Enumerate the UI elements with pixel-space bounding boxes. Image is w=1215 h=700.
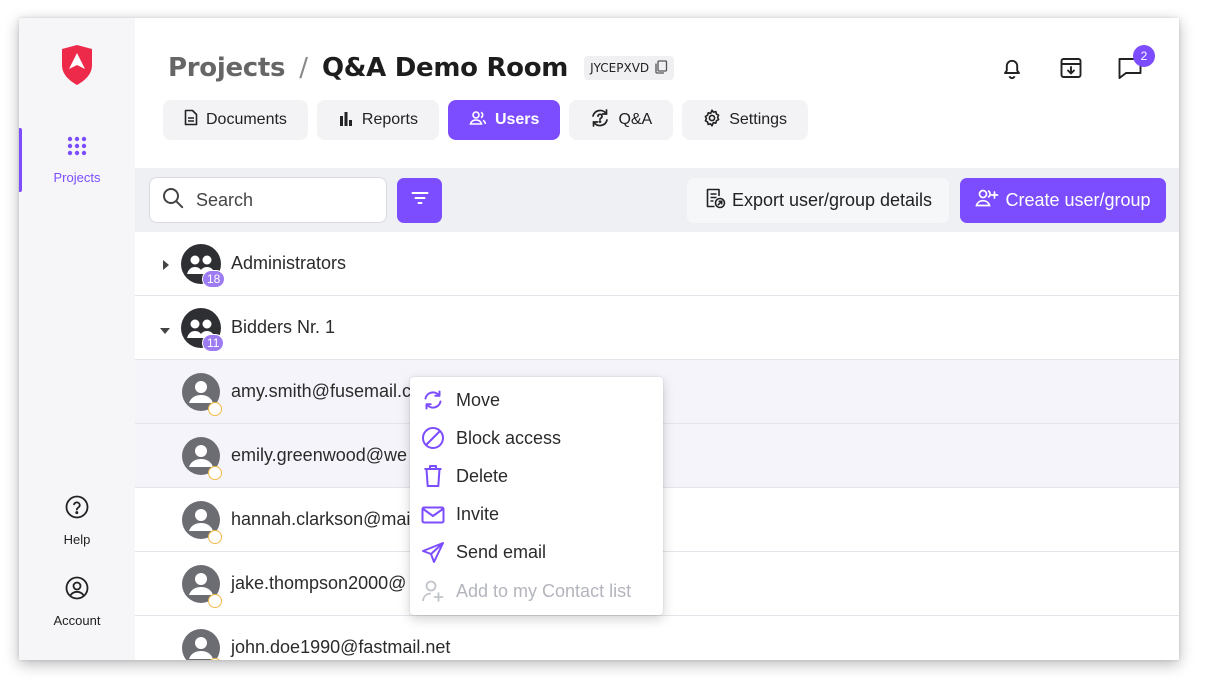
user-email: john.doe1990@fastmail.net xyxy=(231,637,451,657)
breadcrumb-projects-link[interactable]: Projects xyxy=(168,53,286,83)
document-icon xyxy=(184,109,198,131)
add-contact-icon xyxy=(420,579,445,604)
sidebar: Projects Help Account xyxy=(19,18,135,660)
envelope-icon xyxy=(420,502,445,527)
users-icon xyxy=(469,110,487,131)
group-row-administrators[interactable]: 18 Administrators xyxy=(135,232,1179,296)
tab-label: Q&A xyxy=(618,111,653,128)
sidebar-item-label: Help xyxy=(63,532,91,547)
menu-item-block-access[interactable]: Block access xyxy=(410,419,663,457)
users-toolbar: Export user/group details Create user/gr… xyxy=(135,168,1179,232)
sidebar-item-help[interactable]: Help xyxy=(19,495,135,547)
trash-icon xyxy=(420,464,445,489)
menu-item-label: Add to my Contact list xyxy=(456,580,632,601)
grid-dots-icon xyxy=(67,136,87,161)
tab-label: Reports xyxy=(361,111,418,128)
gear-icon xyxy=(703,108,721,132)
tab-bar: Documents Reports Users Q&A Settings xyxy=(163,100,809,140)
account-circle-icon xyxy=(65,576,89,605)
block-icon xyxy=(420,426,445,451)
active-indicator xyxy=(19,128,22,192)
pending-status-dot xyxy=(208,530,222,544)
export-button-label: Export user/group details xyxy=(731,190,933,210)
search-box[interactable] xyxy=(149,177,387,223)
bar-chart-icon xyxy=(338,110,354,131)
sidebar-item-projects[interactable]: Projects xyxy=(19,128,135,192)
user-email: emily.greenwood@we xyxy=(231,445,408,465)
help-circle-icon xyxy=(65,495,89,524)
bell-icon[interactable] xyxy=(997,53,1027,83)
user-context-menu: Move Block access Delete Invite Send ema… xyxy=(410,377,663,615)
caret-down-icon[interactable] xyxy=(159,323,170,335)
pending-status-dot xyxy=(208,466,222,480)
menu-item-label: Delete xyxy=(456,465,509,486)
chat-notification-badge: 2 xyxy=(1133,45,1155,67)
app-logo[interactable] xyxy=(58,45,96,85)
search-icon xyxy=(162,187,184,214)
create-user-group-button[interactable]: Create user/group xyxy=(960,178,1166,223)
page-title: Q&A Demo Room xyxy=(321,53,569,83)
user-row[interactable]: john.doe1990@fastmail.net xyxy=(135,616,1179,660)
menu-item-send-email[interactable]: Send email xyxy=(410,534,663,572)
tab-reports[interactable]: Reports xyxy=(316,100,439,140)
menu-item-label: Block access xyxy=(456,427,562,448)
export-document-icon xyxy=(704,187,726,214)
room-code-text: JYCEPXVD xyxy=(590,61,650,75)
sidebar-item-label: Account xyxy=(53,613,101,628)
menu-item-label: Move xyxy=(456,389,501,410)
export-button[interactable]: Export user/group details xyxy=(687,178,949,223)
menu-item-delete[interactable]: Delete xyxy=(410,457,663,495)
tab-label: Users xyxy=(494,111,540,128)
member-count-badge: 18 xyxy=(202,270,226,288)
tab-settings[interactable]: Settings xyxy=(682,100,809,140)
send-icon xyxy=(420,540,445,565)
group-name: Administrators xyxy=(231,253,347,273)
group-row-bidders[interactable]: 11 Bidders Nr. 1 xyxy=(135,296,1179,360)
sidebar-item-account[interactable]: Account xyxy=(19,576,135,628)
caret-right-icon[interactable] xyxy=(161,258,171,270)
user-email: jake.thompson2000@ xyxy=(231,573,407,593)
group-name: Bidders Nr. 1 xyxy=(231,317,336,337)
sidebar-item-label: Projects xyxy=(53,169,101,185)
create-button-label: Create user/group xyxy=(1005,190,1151,210)
menu-item-label: Invite xyxy=(456,504,500,525)
menu-item-move[interactable]: Move xyxy=(410,381,663,419)
menu-item-add-to-contacts: Add to my Contact list xyxy=(410,572,663,610)
qa-cycle-icon xyxy=(590,108,610,133)
copy-icon[interactable] xyxy=(654,59,668,77)
tab-qa[interactable]: Q&A xyxy=(569,100,674,140)
member-count-badge: 11 xyxy=(202,334,225,352)
download-tray-icon[interactable] xyxy=(1056,53,1086,83)
tab-label: Documents xyxy=(206,111,287,128)
add-users-icon xyxy=(975,188,999,213)
tab-documents[interactable]: Documents xyxy=(163,100,308,140)
pending-status-dot xyxy=(208,402,222,416)
app-window: Projects Help Account Projects / Q&A Dem… xyxy=(19,18,1179,660)
pending-status-dot xyxy=(208,594,222,608)
breadcrumb: Projects / Q&A Demo Room JYCEPXVD xyxy=(168,50,675,86)
breadcrumb-separator: / xyxy=(299,53,308,83)
menu-item-label: Send email xyxy=(456,542,547,563)
user-email: amy.smith@fusemail.c xyxy=(231,381,411,401)
filter-button[interactable] xyxy=(397,178,442,223)
tab-label: Settings xyxy=(729,111,788,128)
filter-icon xyxy=(411,191,429,210)
tab-users[interactable]: Users xyxy=(447,100,561,140)
user-email: hannah.clarkson@mai xyxy=(231,509,411,529)
room-code-badge[interactable]: JYCEPXVD xyxy=(584,56,675,80)
user-avatar-icon xyxy=(182,629,220,660)
menu-item-invite[interactable]: Invite xyxy=(410,496,663,534)
search-input[interactable] xyxy=(196,189,366,211)
move-arrows-icon xyxy=(420,388,445,413)
